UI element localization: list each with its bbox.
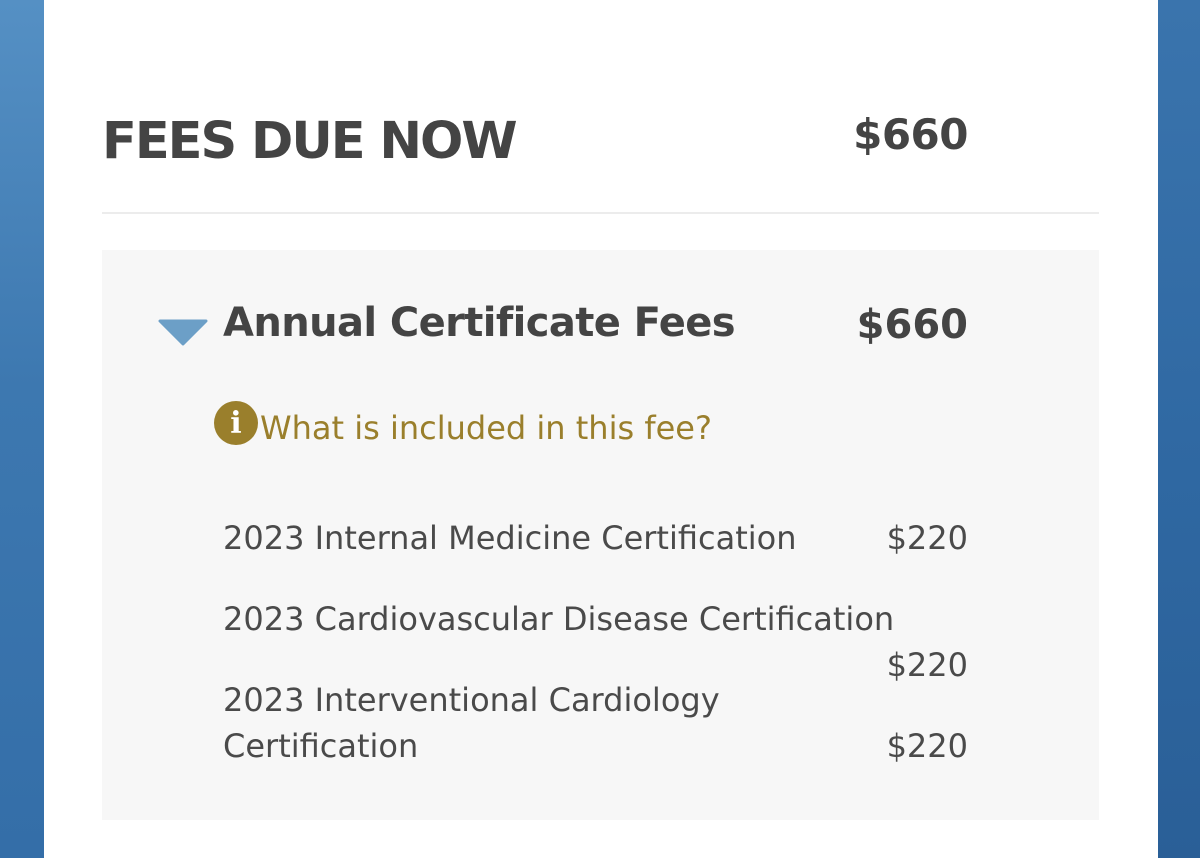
fee-item-name: 2023 Cardiovascular Disease Certificatio…	[223, 600, 895, 638]
background-right	[1158, 0, 1200, 858]
collapse-toggle[interactable]	[158, 318, 208, 348]
fee-item: 2023 Interventional Cardiology Certifica…	[223, 677, 720, 769]
divider	[102, 212, 1099, 214]
fee-item-name-line2: Certification	[223, 727, 419, 765]
fee-item-amount: $220	[886, 519, 968, 557]
triangle-down-icon	[158, 319, 208, 346]
fee-info-link[interactable]: i What is included in this fee?	[214, 400, 712, 450]
info-icon: i	[214, 401, 258, 445]
fees-due-header: FEES DUE NOW $660	[102, 108, 968, 178]
fee-item-name: 2023 Internal Medicine Certification	[223, 519, 797, 557]
section-title[interactable]: Annual Certificate Fees	[223, 300, 736, 346]
fee-item-name-line1: 2023 Interventional Cardiology	[223, 681, 720, 719]
fees-due-total: $660	[853, 110, 968, 159]
fee-info-link-text[interactable]: What is included in this fee?	[260, 409, 712, 447]
section-amount: $660	[856, 302, 968, 348]
fee-item: 2023 Cardiovascular Disease Certificatio…	[223, 596, 894, 642]
fees-panel: FEES DUE NOW $660 Annual Certificate Fee…	[44, 0, 1158, 858]
fee-item-amount: $220	[886, 646, 968, 684]
background-left	[0, 0, 44, 858]
fees-due-title: FEES DUE NOW	[102, 112, 518, 171]
fee-item: 2023 Internal Medicine Certification	[223, 515, 797, 561]
fee-item-amount: $220	[886, 727, 968, 765]
annual-certificate-fees-section: Annual Certificate Fees $660 i What is i…	[102, 250, 1099, 820]
